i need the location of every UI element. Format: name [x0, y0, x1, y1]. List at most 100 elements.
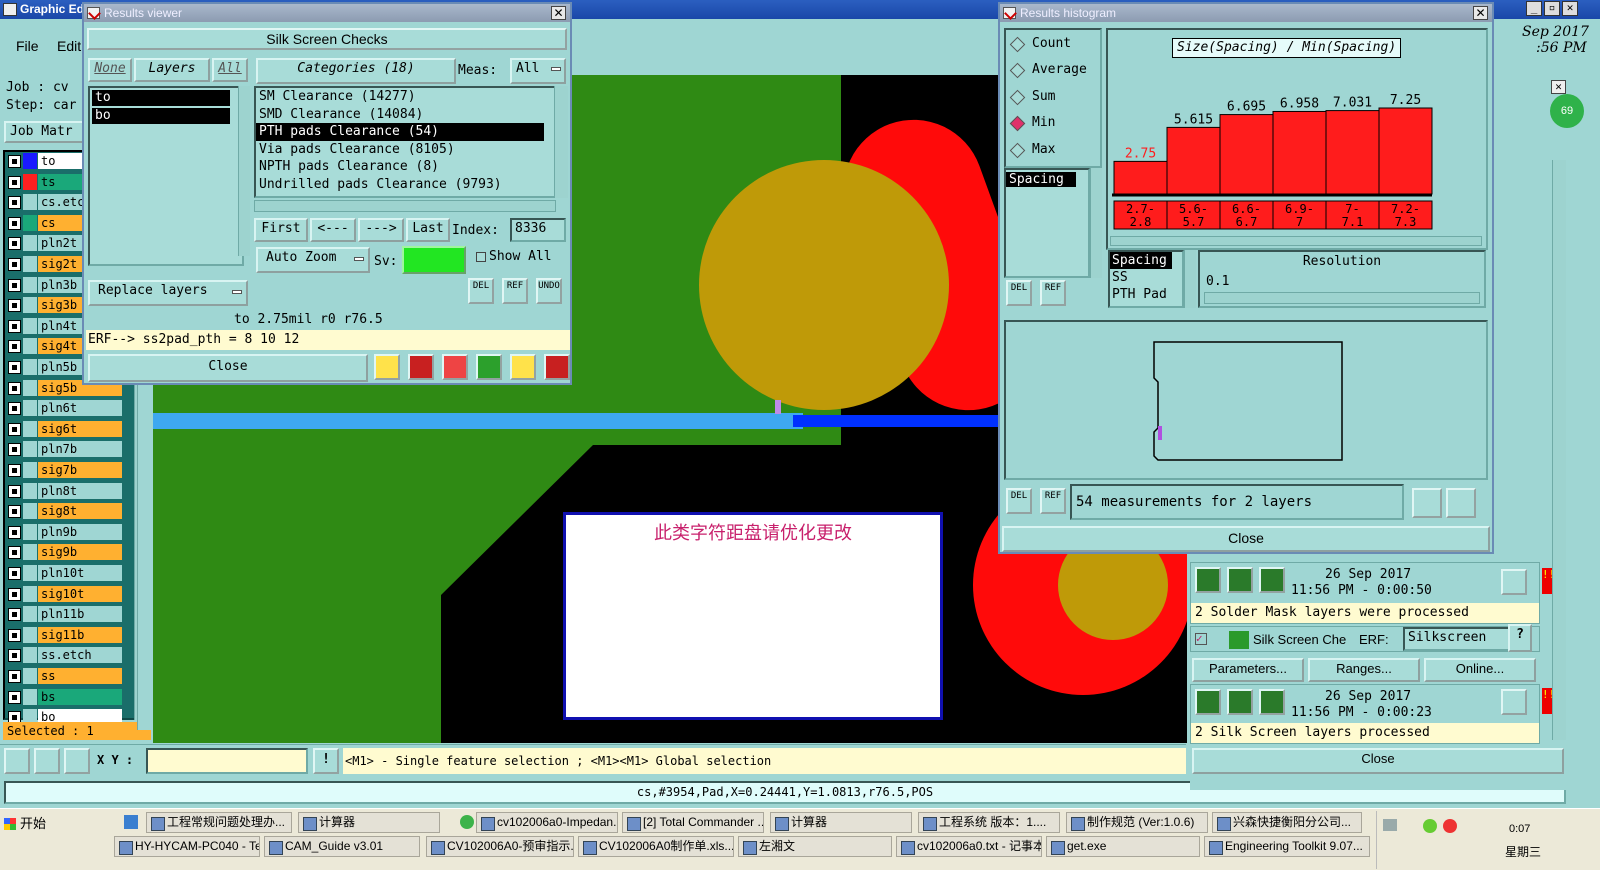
rv-layer-scroll[interactable]: [238, 86, 250, 256]
layer-checkbox[interactable]: [8, 299, 21, 313]
layer-swatch[interactable]: [23, 523, 37, 540]
rv-close-button[interactable]: Close: [88, 354, 368, 382]
quick-launch-icon[interactable]: [124, 815, 138, 829]
measure-vscroll[interactable]: [1184, 250, 1196, 308]
taskbar-button[interactable]: CV102006A0-预审指示....: [426, 836, 574, 857]
hist-close-button[interactable]: Close: [1002, 526, 1490, 552]
quick-launch-icon-2[interactable]: [460, 815, 474, 829]
zoom-icon[interactable]: [1501, 689, 1527, 715]
index-input[interactable]: 8336: [510, 218, 566, 242]
hist-ref-button-2[interactable]: REF: [1040, 488, 1066, 514]
layer-checkbox[interactable]: [8, 505, 21, 519]
categories-vscroll[interactable]: [554, 86, 568, 198]
taskbar-button[interactable]: 制作规范 (Ver:1.0.6): [1066, 812, 1208, 833]
layer-checkbox[interactable]: [8, 670, 21, 683]
taskbar-button[interactable]: 工程常规问题处理办...: [146, 812, 292, 833]
run-icon-3[interactable]: [1259, 689, 1285, 715]
tool-icon-2[interactable]: [408, 354, 434, 380]
rv-layer-item[interactable]: bo: [92, 108, 230, 124]
tool-icon-1[interactable]: [374, 354, 400, 380]
export-icon-1[interactable]: [1412, 488, 1442, 518]
category-item[interactable]: NPTH pads Clearance (8): [256, 158, 544, 176]
histogram-bar[interactable]: [1166, 126, 1221, 195]
layer-row[interactable]: ss.etch: [6, 646, 123, 664]
layer-checkbox[interactable]: [8, 361, 21, 374]
tray-icon-1[interactable]: [1383, 819, 1397, 831]
field-vscroll[interactable]: [1090, 168, 1102, 278]
layer-swatch[interactable]: [23, 173, 37, 190]
right-close-button[interactable]: Close: [1192, 748, 1564, 774]
histogram-bar[interactable]: [1378, 107, 1433, 195]
replace-layers-select[interactable]: Replace layers: [88, 280, 248, 306]
histogram-bar[interactable]: [1219, 114, 1274, 195]
run-icon[interactable]: [1195, 567, 1221, 593]
clock[interactable]: 0:07: [1509, 823, 1530, 835]
chart-hscroll[interactable]: [1110, 236, 1482, 246]
layer-swatch[interactable]: [23, 647, 37, 664]
category-item[interactable]: SMD Clearance (14084): [256, 106, 544, 124]
layer-checkbox[interactable]: [8, 258, 21, 271]
show-all-checkbox[interactable]: [476, 252, 486, 262]
hist-del-button-2[interactable]: DEL: [1006, 488, 1032, 514]
taskbar-button[interactable]: CAM_Guide v3.01: [264, 836, 420, 857]
layer-swatch[interactable]: [23, 585, 37, 602]
layer-swatch[interactable]: [23, 214, 37, 231]
layer-row[interactable]: sig9b: [6, 543, 123, 561]
taskbar-button[interactable]: Engineering Toolkit 9.07...: [1204, 836, 1370, 857]
layer-row[interactable]: sig10t: [6, 585, 123, 603]
layer-row[interactable]: sig8t: [6, 502, 123, 520]
categories-hscroll[interactable]: [254, 200, 556, 212]
layer-swatch[interactable]: [23, 256, 37, 272]
close-icon[interactable]: ✕: [1562, 1, 1578, 16]
measure-item[interactable]: PTH Pad: [1110, 286, 1172, 303]
category-item[interactable]: Undrilled pads Clearance (9793): [256, 176, 544, 194]
layer-checkbox[interactable]: [8, 484, 21, 498]
layer-checkbox[interactable]: [8, 587, 21, 601]
hist-del-button[interactable]: DEL: [1006, 280, 1032, 306]
measure-item[interactable]: Spacing: [1110, 252, 1172, 269]
meas-select[interactable]: All: [510, 58, 566, 84]
prev-button[interactable]: <---: [310, 218, 356, 242]
warning-icon[interactable]: !: [313, 748, 339, 774]
categories-button[interactable]: Categories (18): [256, 58, 456, 84]
erf-value[interactable]: Silkscreen: [1403, 627, 1523, 651]
layer-swatch[interactable]: [23, 297, 37, 314]
mode-radio-max[interactable]: Max: [1008, 138, 1098, 162]
layer-row[interactable]: pln11b: [6, 605, 123, 623]
layer-swatch[interactable]: [23, 153, 37, 169]
category-item[interactable]: SM Clearance (14277): [256, 88, 544, 106]
layer-row[interactable]: pln10t: [6, 564, 123, 582]
category-item[interactable]: PTH pads Clearance (54): [256, 123, 544, 141]
layer-swatch[interactable]: [23, 400, 37, 417]
layer-checkbox[interactable]: [8, 649, 21, 663]
taskbar-button[interactable]: 兴森快捷衡阳分公司...: [1212, 812, 1362, 833]
histogram-bar[interactable]: [1113, 160, 1168, 195]
layer-row[interactable]: pln7b: [6, 440, 123, 458]
layer-swatch[interactable]: [23, 462, 37, 478]
none-button[interactable]: None: [88, 58, 132, 82]
layer-row[interactable]: pln9b: [6, 523, 123, 541]
ref-button[interactable]: REF: [502, 278, 528, 304]
layer-checkbox[interactable]: [8, 422, 21, 436]
tray-icon-2[interactable]: [1423, 819, 1437, 833]
minimize-icon[interactable]: _: [1526, 1, 1542, 16]
del-button[interactable]: DEL: [468, 278, 494, 304]
run-icon[interactable]: [1195, 689, 1221, 715]
hist-ref-button[interactable]: REF: [1040, 280, 1066, 306]
layer-checkbox[interactable]: [8, 175, 21, 189]
layer-checkbox[interactable]: [8, 381, 21, 395]
layer-swatch[interactable]: [23, 565, 37, 581]
layer-checkbox[interactable]: [8, 216, 21, 230]
mode-radio-average[interactable]: Average: [1008, 58, 1098, 82]
layer-row[interactable]: sig11b: [6, 626, 123, 644]
measure-list[interactable]: Spacing SS PTH Pad: [1108, 250, 1184, 308]
menu-file[interactable]: File: [16, 38, 39, 54]
histogram-icon[interactable]: [544, 354, 570, 380]
mode-radio-sum[interactable]: Sum: [1008, 85, 1098, 109]
online-button[interactable]: Online...: [1424, 658, 1536, 682]
layer-swatch[interactable]: [23, 194, 37, 211]
run-icon-3[interactable]: [1259, 567, 1285, 593]
layer-swatch[interactable]: [23, 482, 37, 499]
layer-row[interactable]: sig7b: [6, 461, 123, 479]
layer-swatch[interactable]: [23, 688, 37, 705]
